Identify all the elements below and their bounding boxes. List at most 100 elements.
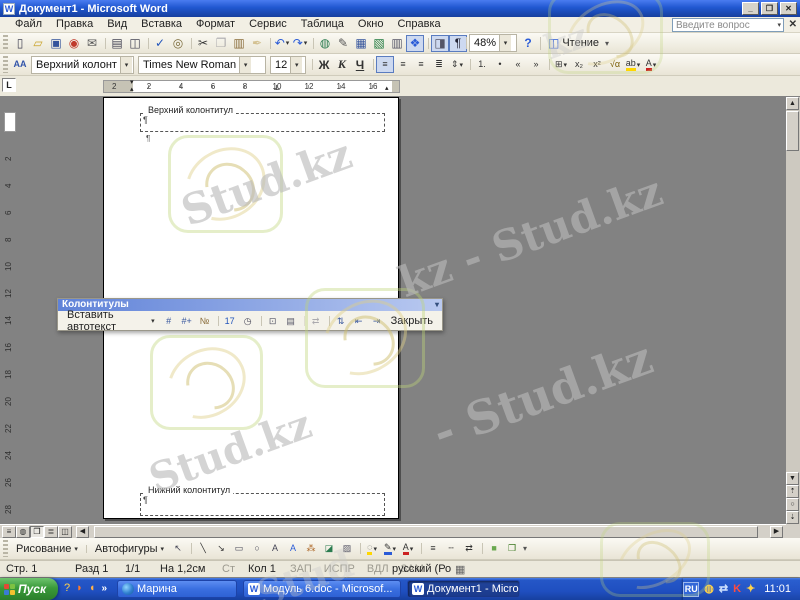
autoshapes-dropdown-icon[interactable]: ▾	[161, 545, 165, 553]
font-dropdown-icon[interactable]: ▾	[239, 56, 252, 73]
permission-button[interactable]: ◉ ▾	[65, 35, 83, 52]
vertical-scrollbar[interactable]: ▲ ▼ ⇡ ○ ⇣	[786, 97, 800, 524]
highlight-button[interactable]: ab ▾	[624, 56, 642, 73]
insert-number-of-pages-button[interactable]: #+	[178, 313, 196, 329]
browse-next-button[interactable]: ⇣	[786, 511, 799, 524]
email-button[interactable]: ✉ ▾	[83, 35, 101, 52]
restore-button[interactable]: ❐	[761, 2, 778, 15]
status-mode-flag[interactable]: ЗАП	[290, 563, 312, 575]
spelling-button[interactable]: ✓ ▾	[148, 35, 169, 52]
subscript-button[interactable]: x₂ ▾	[570, 56, 588, 73]
status-mode-flag[interactable]: ВДЛ	[367, 563, 389, 575]
align-left-button[interactable]: ≡ ▾	[373, 56, 394, 73]
format-painter-button[interactable]: ✒ ▾	[248, 35, 266, 52]
dropdown-caret-icon[interactable]: ▾	[564, 61, 568, 69]
dropdown-caret-icon[interactable]: ▾	[460, 61, 464, 69]
open-folder-button[interactable]: ▱ ▾	[29, 35, 47, 52]
show-previous-button[interactable]: ⇤	[350, 313, 368, 329]
quick-launch-2-icon[interactable]: ◗	[76, 581, 83, 595]
redo-button[interactable]: ↷ ▾	[291, 35, 309, 52]
show-next-button[interactable]: ⇥	[368, 313, 386, 329]
header-footer-toolbar[interactable]: Колонтитулы ▾ Вставить автотекст ▾ # #+	[57, 298, 443, 333]
show-hide-document-text-button[interactable]: ▤	[282, 313, 300, 329]
tray-globe-icon[interactable]: ◍	[704, 582, 714, 596]
zoom-dropdown-icon[interactable]: ▾	[499, 35, 512, 51]
save-button[interactable]: ▣ ▾	[47, 35, 65, 52]
three-d-style-button[interactable]: ❒ ▾	[503, 540, 521, 557]
outline-view-button[interactable]: ≣	[44, 526, 58, 538]
menu-file-item[interactable]: Файл	[8, 18, 49, 30]
horizontal-ruler[interactable]: 2 2 4 6 8 10 12 14 16 ▾ ▴ ▴ ┴	[103, 79, 400, 94]
font-size-dropdown-icon[interactable]: ▾	[290, 56, 303, 73]
drawing-menu-button[interactable]: Рисование ▾	[11, 543, 83, 555]
tray-kaspersky-icon[interactable]: K	[733, 582, 741, 596]
vertical-ruler[interactable]: 2 4 6 8 10 12 14 16 18 20 22 24 26 28	[4, 99, 17, 519]
arrow-style-button[interactable]: ⇄ ▾	[460, 540, 478, 557]
menu-insert-item[interactable]: Вставка	[134, 18, 189, 30]
dropdown-caret-icon[interactable]: ▾	[373, 545, 377, 553]
dash-style-button[interactable]: ╌ ▾	[442, 540, 460, 557]
tab-stop-marker[interactable]: ┴	[274, 85, 280, 94]
fill-color-button[interactable]: ◌ ▾	[360, 540, 381, 557]
insert-date-button[interactable]: 17	[217, 313, 239, 329]
cut-button[interactable]: ✂ ▾	[191, 35, 212, 52]
help-button[interactable]: ?	[519, 35, 537, 52]
vertical-scroll-thumb[interactable]	[786, 111, 799, 151]
font-size-combo[interactable]: 12 ▾	[270, 55, 306, 74]
quick-launch-1-icon[interactable]: ?	[64, 581, 70, 595]
font-combo[interactable]: Times New Roman ▾	[138, 55, 266, 74]
undo-button[interactable]: ↶ ▾	[270, 35, 291, 52]
print-preview-button[interactable]: ◫ ▾	[126, 35, 144, 52]
browse-previous-button[interactable]: ⇡	[786, 485, 799, 498]
show-formatting-marks-button[interactable]: ¶ ▾	[449, 34, 467, 52]
superscript-button[interactable]: x² ▾	[588, 56, 606, 73]
italic-button[interactable]: К	[333, 56, 351, 73]
draw-font-color-button[interactable]: А ▾	[399, 540, 417, 557]
styles-pane-button[interactable]: АА	[11, 56, 29, 73]
tab-selector[interactable]: L	[2, 78, 16, 92]
format-page-number-button[interactable]: №	[196, 313, 214, 329]
menu-tools-item[interactable]: Сервис	[242, 18, 294, 30]
scroll-left-button[interactable]: ◀	[76, 526, 89, 538]
align-right-button[interactable]: ≡ ▾	[412, 56, 430, 73]
page-setup-button[interactable]: ⊡	[260, 313, 282, 329]
close-button[interactable]: ✕	[780, 2, 797, 15]
spelling-status-icon[interactable]: ▦	[455, 563, 465, 576]
tray-network-icon[interactable]: ⇄	[719, 582, 728, 596]
right-indent-marker[interactable]: ▴	[385, 85, 389, 92]
switch-header-footer-button[interactable]: ⇅	[328, 313, 350, 329]
ask-dropdown-icon[interactable]: ▾	[777, 21, 783, 29]
menu-format-item[interactable]: Формат	[189, 18, 242, 30]
horizontal-scrollbar[interactable]: ≡ ◍ ❐ ≣ ◫ ◀ ▶	[0, 524, 786, 538]
oval-button[interactable]: ○ ▾	[248, 540, 266, 557]
select-browse-object-button[interactable]: ○	[786, 498, 799, 511]
scroll-right-button[interactable]: ▶	[770, 526, 783, 538]
new-document-button[interactable]: ▯ ▾	[11, 35, 29, 52]
reading-view-button[interactable]: ◫	[58, 526, 72, 538]
dropdown-caret-icon[interactable]: ▾	[653, 61, 657, 69]
taskbar-clock[interactable]: 11:01	[760, 583, 795, 595]
line-color-button[interactable]: ✎ ▾	[381, 540, 399, 557]
insert-table-button[interactable]: ▦ ▾	[352, 35, 370, 52]
underline-button[interactable]: Ч	[351, 56, 369, 73]
drawing-dropdown-icon[interactable]: ▾	[74, 545, 78, 553]
minimize-button[interactable]: _	[742, 2, 759, 15]
paste-button[interactable]: ▥ ▾	[230, 35, 248, 52]
dropdown-caret-icon[interactable]: ▾	[304, 39, 308, 47]
taskbar-task-module6[interactable]: W Модуль 6.doc - Microsof...	[243, 580, 401, 598]
document-close-icon[interactable]: ✕	[789, 19, 797, 30]
research-button[interactable]: ◎ ▾	[169, 35, 187, 52]
insert-picture-button[interactable]: ▨ ▾	[338, 540, 356, 557]
taskbar-task-document1[interactable]: W Документ1 - Microso...	[407, 580, 520, 598]
menu-help-item[interactable]: Справка	[390, 18, 447, 30]
text-box-button[interactable]: A ▾	[266, 540, 284, 557]
tables-and-borders-button[interactable]: ✎ ▾	[334, 35, 352, 52]
document-map-button[interactable]: ◨ ▾	[428, 34, 449, 52]
dropdown-caret-icon[interactable]: ▾	[286, 39, 290, 47]
tray-switcher-icon[interactable]: ✦	[746, 582, 755, 596]
line-button[interactable]: ╲ ▾	[191, 540, 212, 557]
toolbar-grip[interactable]	[3, 56, 8, 73]
toolbar-options-icon[interactable]: ▾	[435, 299, 442, 311]
outside-border-button[interactable]: ⊞ ▾	[549, 56, 570, 73]
wordart-button[interactable]: A ▾	[284, 540, 302, 557]
